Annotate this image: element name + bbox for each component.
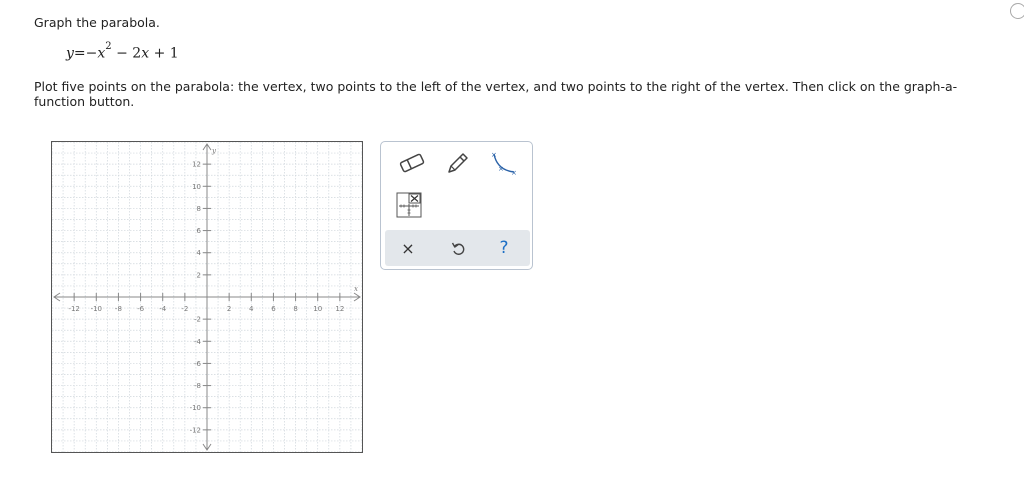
eraser-tool[interactable] xyxy=(398,152,426,174)
graphing-toolbox: × × × × ? xyxy=(380,141,533,270)
x-tick-label: -8 xyxy=(115,305,122,313)
svg-text:×: × xyxy=(511,169,517,177)
y-tick-label: -8 xyxy=(194,382,201,390)
y-tick-label: 8 xyxy=(197,205,201,213)
curve-icon: × × × xyxy=(491,151,517,177)
corner-badge[interactable] xyxy=(1010,3,1024,19)
x-tick-label: 12 xyxy=(335,305,344,313)
action-bar: × ? xyxy=(385,230,530,266)
y-tick-label: -6 xyxy=(194,360,202,368)
x-tick-label: -12 xyxy=(68,305,79,313)
eq-rest-x: x xyxy=(141,45,150,62)
y-axis-label: y xyxy=(211,147,217,155)
y-tick-label: 2 xyxy=(197,271,201,279)
graph-function-tool[interactable] xyxy=(396,192,422,218)
eq-rest-b: + 1 xyxy=(149,45,179,62)
graph-area[interactable]: -12 -10 -8 -6 -4 -2 2 4 6 8 10 12 12 10 8 6 4 2 -2 -4 -6 -8 -1… xyxy=(51,141,363,453)
instructions-text: Plot five points on the parabola: the ve… xyxy=(34,79,958,109)
clear-button[interactable]: × xyxy=(397,237,419,259)
x-tick-label: 2 xyxy=(227,305,231,313)
x-tick-label: -10 xyxy=(91,305,102,313)
x-axis-label: x xyxy=(354,285,358,293)
x-tick-label: -6 xyxy=(137,305,145,313)
x-tick-label: 8 xyxy=(293,305,297,313)
graph-function-icon xyxy=(396,192,422,218)
y-tick-label: -2 xyxy=(194,316,201,324)
svg-text:×: × xyxy=(491,151,497,159)
x-tick-label: 10 xyxy=(313,305,322,313)
undo-button[interactable] xyxy=(447,237,469,259)
y-tick-label: 6 xyxy=(197,227,202,235)
eraser-icon xyxy=(399,153,425,173)
y-tick-label: 4 xyxy=(197,249,202,257)
y-tick-label: 10 xyxy=(192,183,201,191)
svg-text:×: × xyxy=(498,165,504,173)
y-tick-label: -4 xyxy=(194,338,202,346)
y-tick-label: -10 xyxy=(190,404,201,412)
pencil-icon xyxy=(448,153,468,173)
pencil-tool[interactable] xyxy=(445,150,471,176)
eq-equals: = xyxy=(73,45,86,62)
x-tick-label: -2 xyxy=(181,305,188,313)
y-tick-label: 12 xyxy=(192,161,201,169)
eq-power: 2 xyxy=(105,41,112,52)
eq-rest-a: − 2 xyxy=(111,45,142,62)
undo-icon xyxy=(451,242,465,255)
curve-tool[interactable]: × × × xyxy=(489,150,519,178)
y-tick-label: -12 xyxy=(190,426,201,434)
eq-neg-x: −x xyxy=(85,45,106,62)
equation: y=−x2 − 2x + 1 xyxy=(66,41,179,62)
coordinate-grid[interactable]: -12 -10 -8 -6 -4 -2 2 4 6 8 10 12 12 10 8 6 4 2 -2 -4 -6 -8 -1… xyxy=(52,142,362,452)
eq-lhs: y xyxy=(66,45,74,62)
x-tick-label: -4 xyxy=(159,305,167,313)
prompt-text: Graph the parabola. xyxy=(34,15,160,30)
x-tick-label: 6 xyxy=(271,305,276,313)
x-tick-label: 4 xyxy=(249,305,254,313)
help-button[interactable]: ? xyxy=(493,237,515,259)
